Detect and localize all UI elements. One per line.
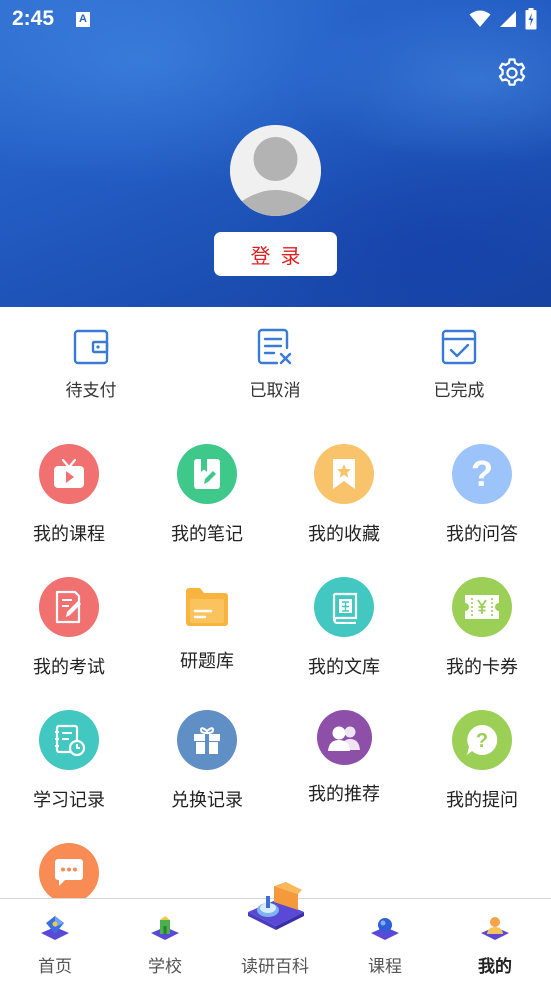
study-record-icon — [39, 710, 99, 770]
exam-paper-icon — [39, 577, 99, 637]
default-user-avatar-icon — [230, 125, 321, 216]
mine-cube-icon — [481, 917, 509, 940]
order-completed-label: 已完成 — [433, 381, 485, 401]
menu-my-questions[interactable]: ? 我的提问 — [417, 710, 547, 820]
status-bar: 2:45 A — [0, 0, 551, 38]
menu-label: 我的考试 — [33, 657, 105, 678]
notebook-pen-icon — [177, 444, 237, 504]
wallet-icon — [73, 329, 109, 365]
order-cancelled-label: 已取消 — [249, 381, 301, 401]
menu-question-bank[interactable]: 研题库 — [142, 577, 272, 687]
wifi-icon — [469, 10, 491, 27]
nav-label: 课程 — [368, 957, 402, 977]
battery-icon — [525, 8, 537, 30]
login-button[interactable]: 登录 — [214, 232, 337, 276]
menu-label: 我的收藏 — [308, 524, 380, 545]
order-pending-payment[interactable]: 待支付 — [31, 328, 151, 403]
course-cube-icon — [371, 918, 399, 940]
menu-label: 我的课程 — [33, 524, 105, 545]
menu-label: 我的问答 — [446, 524, 518, 545]
menu-label: 我的文库 — [308, 657, 380, 678]
menu-my-coupons[interactable]: 我的卡券 — [417, 577, 547, 687]
order-pending-label: 待支付 — [65, 381, 117, 401]
settings-button[interactable] — [495, 56, 529, 90]
question-bubble-icon: ? — [452, 710, 512, 770]
menu-label: 学习记录 — [33, 790, 105, 811]
notification-a-icon: A — [76, 11, 91, 27]
menu-label: 兑换记录 — [171, 790, 243, 811]
nav-label: 读研百科 — [241, 957, 309, 977]
chat-bubble-icon — [39, 843, 99, 903]
profile-header: 2:45 A 登录 — [0, 0, 551, 307]
users-icon — [316, 710, 372, 765]
menu-my-courses[interactable]: 我的课程 — [4, 444, 134, 554]
home-cube-icon — [41, 916, 69, 940]
tv-play-icon — [39, 444, 99, 504]
menu-label: 我的卡券 — [446, 657, 518, 678]
menu-my-referrals[interactable]: 我的推荐 — [279, 710, 409, 820]
document-cancel-icon — [257, 328, 292, 365]
nav-mine[interactable]: 我的 — [440, 899, 550, 981]
check-box-icon — [441, 329, 477, 365]
bookmark-star-icon — [314, 444, 374, 504]
menu-my-favorites[interactable]: 我的收藏 — [279, 444, 409, 554]
school-cube-icon — [151, 916, 179, 940]
nav-label: 首页 — [38, 957, 72, 977]
gift-icon — [177, 710, 237, 770]
menu-label: 我的推荐 — [308, 784, 380, 805]
order-completed[interactable]: 已完成 — [399, 328, 519, 403]
nav-courses[interactable]: 课程 — [330, 899, 440, 981]
library-book-icon — [314, 577, 374, 637]
status-indicators — [469, 8, 537, 30]
coupon-icon — [452, 577, 512, 637]
svg-text:?: ? — [476, 730, 488, 752]
gear-icon — [498, 58, 526, 86]
nav-label: 我的 — [478, 957, 512, 977]
menu-my-library[interactable]: 我的文库 — [279, 577, 409, 687]
menu-study-records[interactable]: 学习记录 — [4, 710, 134, 820]
order-cancelled[interactable]: 已取消 — [215, 328, 335, 403]
status-time: 2:45 — [12, 7, 55, 30]
signal-icon — [500, 11, 516, 27]
menu-my-qa[interactable]: ? 我的问答 — [417, 444, 547, 554]
menu-my-exams[interactable]: 我的考试 — [4, 577, 134, 687]
menu-exchange-records[interactable]: 兑换记录 — [142, 710, 272, 820]
folder-icon — [177, 577, 237, 637]
menu-label: 我的笔记 — [171, 524, 243, 545]
question-icon: ? — [452, 444, 512, 504]
menu-my-notes[interactable]: 我的笔记 — [142, 444, 272, 554]
encyclopedia-center-icon[interactable] — [244, 880, 308, 932]
nav-label: 学校 — [148, 957, 182, 977]
menu-label: 我的提问 — [446, 790, 518, 811]
menu-label: 研题库 — [180, 651, 234, 672]
avatar[interactable] — [230, 125, 321, 216]
nav-school[interactable]: 学校 — [110, 899, 220, 981]
nav-home[interactable]: 首页 — [0, 899, 110, 981]
